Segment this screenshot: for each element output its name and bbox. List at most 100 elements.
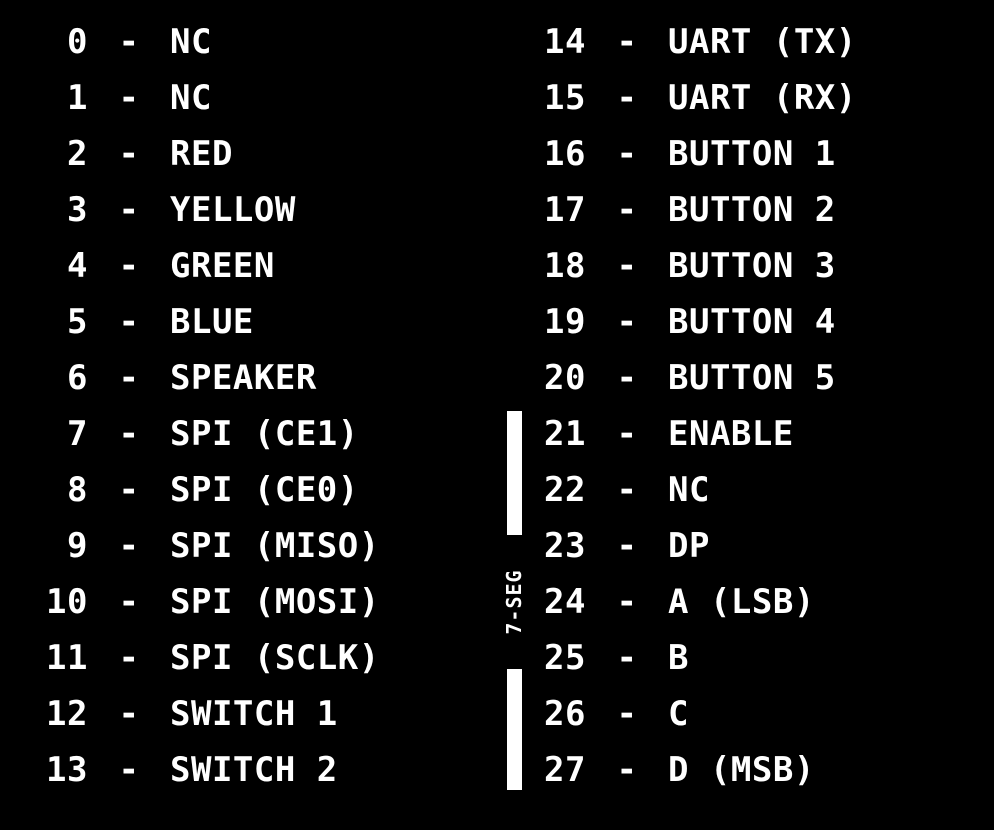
pin-label: SPI (MOSI) — [170, 582, 380, 622]
pin-separator: - — [616, 638, 638, 678]
pin-number: 8 — [67, 470, 88, 510]
pin-label: D (MSB) — [668, 750, 815, 790]
pin-row: 13- SWITCH 2 — [30, 742, 380, 798]
pin-separator: - — [616, 358, 638, 398]
pin-row: 2- RED — [30, 126, 380, 182]
pin-separator: - — [616, 694, 638, 734]
left-pin-column: 0- NC 1- NC 2- RED 3- YELLOW 4- GREEN 5- BLUE … — [30, 14, 380, 798]
pin-label: SPI (CE1) — [170, 414, 359, 454]
pin-number: 2 — [67, 134, 88, 174]
pin-number: 25 — [544, 638, 586, 678]
pin-number: 20 — [544, 358, 586, 398]
pin-separator: - — [118, 78, 140, 118]
pin-separator: - — [118, 470, 140, 510]
pin-label: BLUE — [170, 302, 254, 342]
pin-row: 3- YELLOW — [30, 182, 380, 238]
pin-number: 4 — [67, 246, 88, 286]
pin-separator: - — [118, 134, 140, 174]
pin-row: 24- A (LSB) — [528, 574, 857, 630]
pin-separator: - — [616, 750, 638, 790]
pin-number: 10 — [46, 582, 88, 622]
pin-number: 19 — [544, 302, 586, 342]
pin-label: UART (TX) — [668, 22, 857, 62]
pin-label: BUTTON 2 — [668, 190, 836, 230]
pin-number: 22 — [544, 470, 586, 510]
pin-label: SPEAKER — [170, 358, 317, 398]
pin-label: A (LSB) — [668, 582, 815, 622]
pin-label: NC — [170, 22, 212, 62]
pin-row: 0- NC — [30, 14, 380, 70]
pin-label: BUTTON 3 — [668, 246, 836, 286]
pin-label: BUTTON 5 — [668, 358, 836, 398]
pin-number: 18 — [544, 246, 586, 286]
right-pin-column: 14- UART (TX) 15- UART (RX) 16- BUTTON 1 17… — [528, 14, 857, 798]
pin-label: SPI (MISO) — [170, 526, 380, 566]
pin-row: 15- UART (RX) — [528, 70, 857, 126]
pin-separator: - — [118, 22, 140, 62]
pin-row: 27- D (MSB) — [528, 742, 857, 798]
pin-number: 27 — [544, 750, 586, 790]
pin-separator: - — [616, 470, 638, 510]
pin-separator: - — [118, 526, 140, 566]
pin-row: 7- SPI (CE1) — [30, 406, 380, 462]
pin-row: 20- BUTTON 5 — [528, 350, 857, 406]
pin-label: NC — [170, 78, 212, 118]
pin-row: 9- SPI (MISO) — [30, 518, 380, 574]
pin-number: 21 — [544, 414, 586, 454]
pin-separator: - — [616, 526, 638, 566]
pin-number: 16 — [544, 134, 586, 174]
pin-number: 26 — [544, 694, 586, 734]
pin-row: 16- BUTTON 1 — [528, 126, 857, 182]
pin-label: NC — [668, 470, 710, 510]
pin-separator: - — [118, 414, 140, 454]
pin-label: SPI (SCLK) — [170, 638, 380, 678]
pin-row: 6- SPEAKER — [30, 350, 380, 406]
pin-separator: - — [616, 414, 638, 454]
pin-row: 26- C — [528, 686, 857, 742]
pin-separator: - — [118, 246, 140, 286]
pin-number: 24 — [544, 582, 586, 622]
pin-separator: - — [118, 582, 140, 622]
pin-separator: - — [118, 750, 140, 790]
pin-row: 8- SPI (CE0) — [30, 462, 380, 518]
pin-label: B — [668, 638, 689, 678]
pin-label: DP — [668, 526, 710, 566]
pin-number: 11 — [46, 638, 88, 678]
pin-row: 23- DP — [528, 518, 857, 574]
pin-separator: - — [118, 190, 140, 230]
pin-number: 5 — [67, 302, 88, 342]
pin-label: ENABLE — [668, 414, 794, 454]
pin-row: 4- GREEN — [30, 238, 380, 294]
pin-separator: - — [118, 358, 140, 398]
pin-label: BUTTON 1 — [668, 134, 836, 174]
pin-row: 14- UART (TX) — [528, 14, 857, 70]
pin-separator: - — [118, 302, 140, 342]
seven-seg-bracket-bottom — [507, 669, 522, 790]
pin-separator: - — [616, 22, 638, 62]
pin-row: 22- NC — [528, 462, 857, 518]
pin-row: 5- BLUE — [30, 294, 380, 350]
pin-row: 17- BUTTON 2 — [528, 182, 857, 238]
pin-number: 15 — [544, 78, 586, 118]
pin-label: SWITCH 1 — [170, 694, 338, 734]
pin-number: 0 — [67, 22, 88, 62]
pin-row: 11- SPI (SCLK) — [30, 630, 380, 686]
pin-separator: - — [118, 694, 140, 734]
pin-number: 9 — [67, 526, 88, 566]
seven-seg-bracket-top — [507, 411, 522, 535]
pin-label: YELLOW — [170, 190, 296, 230]
pin-row: 12- SWITCH 1 — [30, 686, 380, 742]
pinout-diagram: 0- NC 1- NC 2- RED 3- YELLOW 4- GREEN 5- BLUE … — [0, 0, 994, 830]
pin-label: C — [668, 694, 689, 734]
pin-separator: - — [616, 134, 638, 174]
pin-separator: - — [616, 78, 638, 118]
pin-number: 1 — [67, 78, 88, 118]
pin-number: 23 — [544, 526, 586, 566]
pin-label: BUTTON 4 — [668, 302, 836, 342]
pin-separator: - — [616, 302, 638, 342]
pin-label: UART (RX) — [668, 78, 857, 118]
pin-label: GREEN — [170, 246, 275, 286]
pin-number: 12 — [46, 694, 88, 734]
pin-label: SWITCH 2 — [170, 750, 338, 790]
pin-separator: - — [616, 190, 638, 230]
